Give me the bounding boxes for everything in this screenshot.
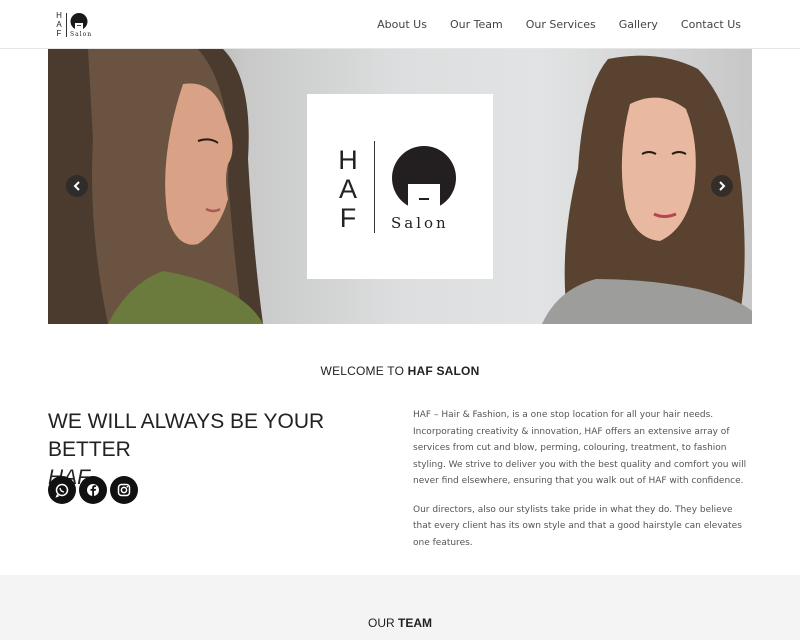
nav-contact-us[interactable]: Contact Us <box>681 18 741 31</box>
hero-logo-card: H A F Salon <box>307 94 493 279</box>
welcome-brand: HAF SALON <box>407 364 480 378</box>
instagram-icon <box>117 483 131 497</box>
team-heading: OUR TEAM <box>0 616 800 630</box>
nav-about-us[interactable]: About Us <box>377 18 427 31</box>
chevron-right-icon <box>719 181 726 191</box>
chevron-left-icon <box>73 181 80 191</box>
hero-logo-subtitle: Salon <box>391 214 449 232</box>
whatsapp-button[interactable] <box>48 476 76 504</box>
logo-divider <box>66 13 67 37</box>
hero-logo-letters: H A F <box>338 146 358 233</box>
team-prefix: OUR <box>368 616 398 630</box>
logo-letter-f: F <box>56 29 62 38</box>
nav-gallery[interactable]: Gallery <box>619 18 658 31</box>
logo[interactable]: H A F Salon <box>55 11 95 39</box>
about-paragraph-1: HAF – Hair & Fashion, is a one stop loca… <box>413 410 747 486</box>
about-text: HAF – Hair & Fashion, is a one stop loca… <box>413 407 753 551</box>
instagram-button[interactable] <box>110 476 138 504</box>
logo-letters: H A F <box>55 11 63 38</box>
slider-prev-button[interactable] <box>66 175 88 197</box>
hero-letter-f: F <box>339 203 357 233</box>
nav-our-team[interactable]: Our Team <box>450 18 503 31</box>
facebook-icon <box>87 484 99 496</box>
logo-letter-h: H <box>56 11 62 20</box>
site-header: H A F Salon About Us Our Team Our Servic… <box>0 0 800 49</box>
nav-our-services[interactable]: Our Services <box>526 18 596 31</box>
hero-logo-divider <box>374 141 375 233</box>
team-section <box>0 575 800 640</box>
afro-head-icon <box>392 146 456 212</box>
facebook-button[interactable] <box>79 476 107 504</box>
afro-head-icon <box>70 13 88 31</box>
welcome-heading: WELCOME TO HAF SALON <box>0 364 800 378</box>
tagline-text: WE WILL ALWAYS BE YOUR BETTER <box>48 410 325 461</box>
team-strong: TEAM <box>398 616 432 630</box>
hero-letter-a: A <box>338 174 357 204</box>
hero-letter-h: H <box>338 145 358 175</box>
logo-letter-a: A <box>56 20 62 29</box>
hero-slider: H A F Salon <box>48 49 752 324</box>
main-nav: About Us Our Team Our Services Gallery C… <box>377 0 741 49</box>
welcome-prefix: WELCOME TO <box>320 364 408 378</box>
whatsapp-icon <box>55 483 69 498</box>
slider-next-button[interactable] <box>711 175 733 197</box>
logo-subtitle: Salon <box>70 31 93 38</box>
social-links <box>48 476 138 504</box>
about-paragraph-2: Our directors, also our stylists take pr… <box>413 504 742 548</box>
